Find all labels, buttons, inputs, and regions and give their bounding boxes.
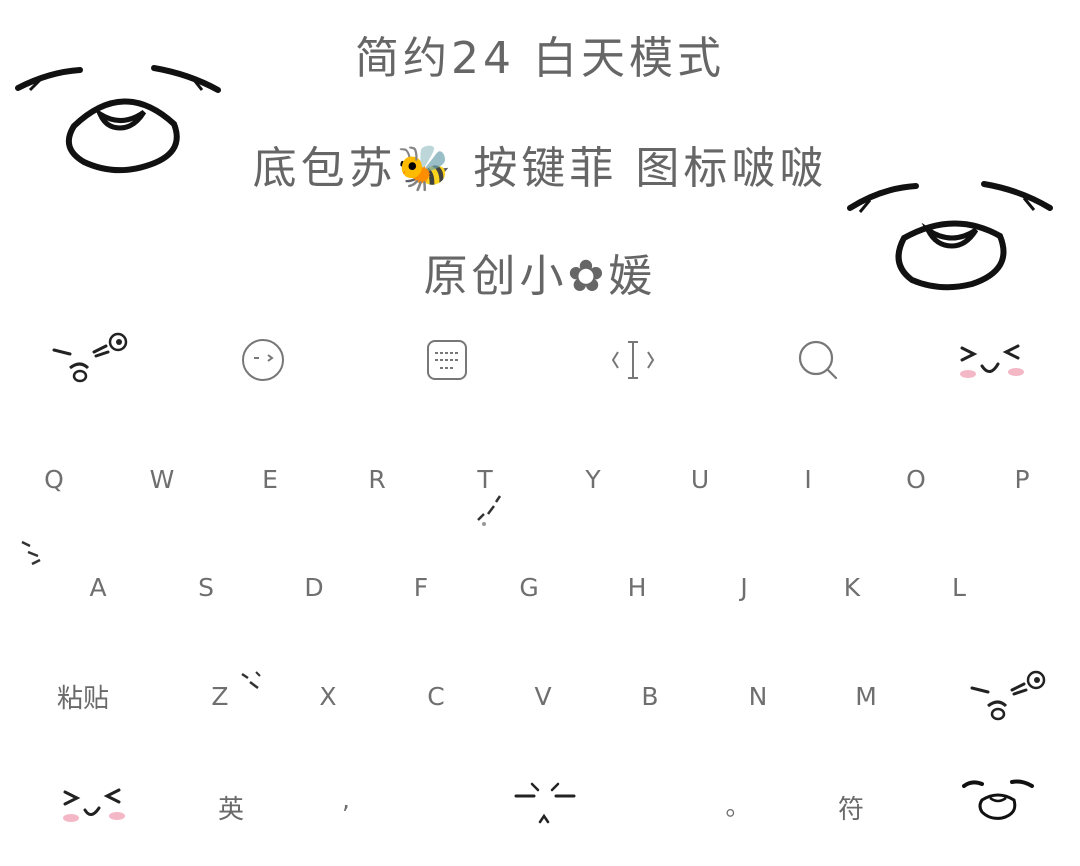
symbols-key[interactable]: 符 [806,782,896,832]
key-o[interactable]: O [886,454,946,504]
key-f[interactable]: F [391,562,451,612]
key-a[interactable]: A [68,562,128,612]
key-s[interactable]: S [176,562,236,612]
key-j[interactable]: J [714,562,774,612]
paste-key[interactable]: 粘贴 [38,671,128,721]
key-i[interactable]: I [778,454,838,504]
kaomoji-happy-icon[interactable] [952,330,1032,390]
key-p[interactable]: P [992,454,1052,504]
key-c[interactable]: C [406,671,466,721]
doodle-sparkle-icon [18,534,58,574]
key-d[interactable]: D [284,562,344,612]
emoji-face-icon[interactable] [228,330,298,390]
key-w[interactable]: W [132,454,192,504]
language-switch-key[interactable]: 英 [186,782,276,832]
key-b[interactable]: B [620,671,680,721]
delete-kaomoji-icon[interactable] [966,664,1050,728]
key-q[interactable]: Q [24,454,84,504]
doodle-sparkle-icon [470,490,510,530]
key-e[interactable]: E [240,454,300,504]
key-m[interactable]: M [836,671,896,721]
emoji-kaomoji-key[interactable] [50,778,136,828]
key-x[interactable]: X [298,671,358,721]
key-n[interactable]: N [728,671,788,721]
key-u[interactable]: U [670,454,730,504]
period-key[interactable]: 。 [708,780,768,830]
key-g[interactable]: G [499,562,559,612]
comma-key[interactable]: , [316,774,376,824]
key-r[interactable]: R [347,454,407,504]
big-face-right-icon [844,178,1058,298]
key-y[interactable]: Y [563,454,623,504]
kaomoji-wink-icon[interactable] [48,328,132,388]
keyboard-icon[interactable] [412,330,482,390]
key-z[interactable]: Z [190,671,250,721]
cursor-icon[interactable] [598,330,668,390]
key-v[interactable]: V [513,671,573,721]
big-face-left-icon [14,58,224,178]
key-k[interactable]: K [822,562,882,612]
enter-kaomoji-icon[interactable] [958,772,1038,828]
search-icon[interactable] [784,330,854,390]
space-key[interactable] [508,776,584,832]
key-l[interactable]: L [929,562,989,612]
key-h[interactable]: H [607,562,667,612]
